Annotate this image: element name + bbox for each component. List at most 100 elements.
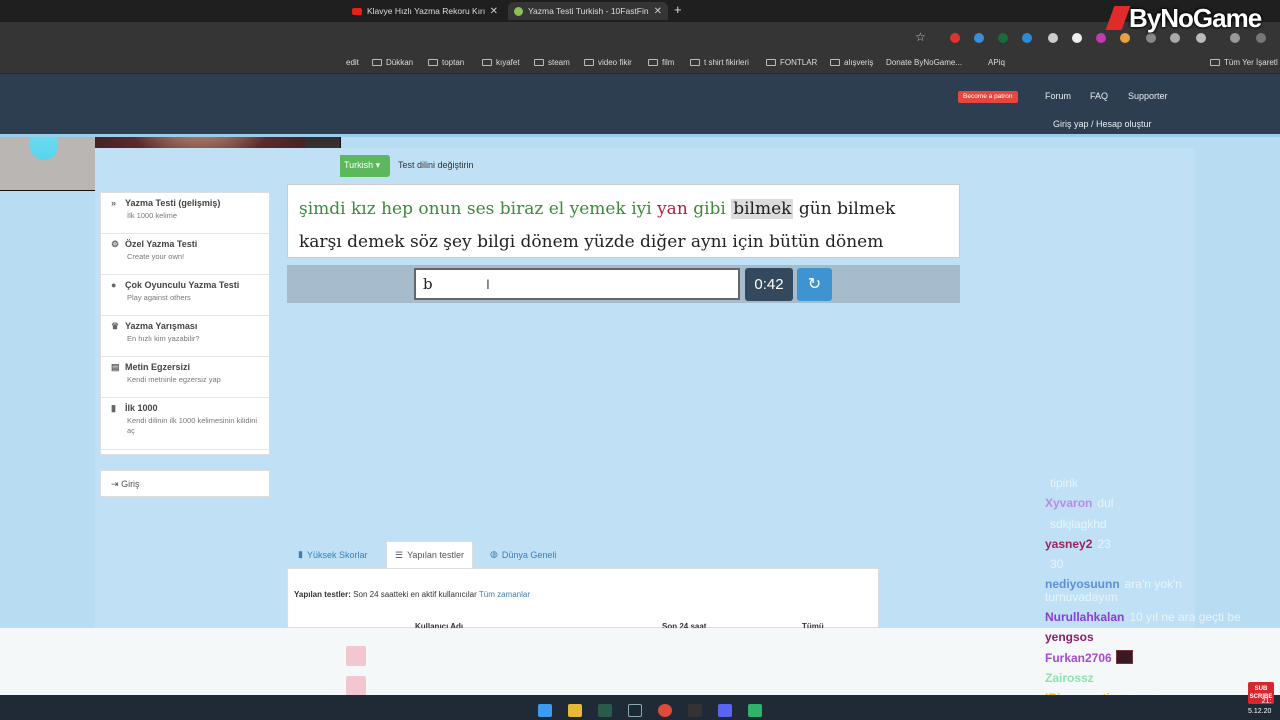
bookmark-item[interactable]: video fikir [584,58,632,67]
sidebar-login-button[interactable]: ⇥ Giriş [100,470,270,497]
file-explorer-icon[interactable] [568,704,582,717]
bookmark-item[interactable]: APiq [988,58,1005,67]
sidebar-item-custom-test[interactable]: ⚙ Özel Yazma Testi Create your own! [101,234,269,275]
bookmark-label: t shirt fikirleri [704,58,749,67]
bookmark-item[interactable]: kıyafet [482,58,520,67]
clock-time: 21: [1261,698,1272,705]
bookmark-item[interactable]: Dükkan [372,58,413,67]
sidebar-item-sub: İlk 1000 kelime [127,211,178,220]
extension-icon[interactable] [1022,33,1032,43]
emote-icon [1115,649,1133,664]
extensions-puzzle-icon[interactable] [1196,33,1206,43]
language-dropdown-button[interactable]: Turkish ▾ [340,155,390,177]
typed-wrong-word: yan [657,199,688,219]
double-chevron-icon: » [111,197,117,208]
chat-line: yasney2 23 [1045,534,1280,554]
reload-icon: ↻ [807,276,822,293]
bookmark-item[interactable]: steam [534,58,570,67]
stream-chat: tipirik Xyvaron dul sdkjlagkhd yasney2 23 … [1045,473,1280,709]
profile-icon[interactable] [1230,33,1240,43]
new-tab-icon[interactable]: + [674,2,682,17]
epic-games-icon[interactable] [688,704,702,717]
become-patron-button[interactable]: Become a patron [958,91,1018,103]
sidebar-item-text-practice[interactable]: ▤ Metin Egzersizi Kendi metninle egzersiz… [101,357,269,398]
extension-icon[interactable] [950,33,960,43]
nav-forum-link[interactable]: Forum [1045,91,1071,101]
bookmark-item[interactable]: edit [346,58,359,67]
bookmark-item[interactable]: FONTLAR [766,58,817,67]
extension-icon[interactable] [1072,33,1082,43]
results-desc: Son 24 saatteki en aktif kullanıcılar [353,590,477,599]
sidebar-item-label: Yazma Yarışması [125,321,198,331]
youtube-icon [352,7,362,15]
typing-input[interactable]: b [414,268,740,300]
windows-start-icon[interactable] [538,704,552,717]
change-language-link[interactable]: Test dilini değiştirin [398,160,474,170]
chat-message: 23 [1097,536,1111,551]
extension-icon[interactable] [974,33,984,43]
chrome-icon[interactable] [658,704,672,717]
close-tab-icon[interactable]: ✕ [654,6,662,17]
folder-icon [690,59,700,66]
nav-faq-link[interactable]: FAQ [1090,91,1108,101]
reload-button[interactable]: ↻ [797,268,832,301]
bookmark-label: video fikir [598,58,632,67]
close-tab-icon[interactable]: ✕ [490,6,498,17]
discord-icon[interactable] [718,704,732,717]
sidebar-item-top-1000[interactable]: ▮ İlk 1000 Kendi dilinin ilk 1000 kelimes… [101,398,269,450]
sidebar-item-multiplayer[interactable]: ● Çok Oyunculu Yazma Testi Play against o… [101,275,269,316]
bookmark-label: APiq [988,58,1005,67]
extension-icon[interactable] [998,33,1008,43]
bookmarks-bar: edit Dükkan toptan kıyafet steam video f… [0,54,1280,74]
sidebar-item-competition[interactable]: ♛ Yazma Yarışması En hızlı kim yazabilir? [101,316,269,357]
extension-icon[interactable] [1170,33,1180,43]
bookmark-item[interactable]: toptan [428,58,464,67]
bookmark-star-icon[interactable]: ☆ [915,30,926,44]
logo-mark-icon [1105,6,1131,30]
sidebar-item-sub: Kendi metninle egzersiz yap [127,375,221,384]
sidebar-item-advanced-test[interactable]: » Yazma Testi (gelişmiş) İlk 1000 kelime [101,193,269,234]
bookmark-item[interactable]: t shirt fikirleri [690,58,749,67]
nav-supporter-link[interactable]: Supporter [1128,91,1168,101]
browser-tabbar: Klavye Hızlı Yazma Rekoru Kırıld ✕ Yazma… [0,0,1280,22]
bookmark-label: steam [548,58,570,67]
steam-icon[interactable] [628,704,642,717]
tab-done-tests[interactable]: ☰ Yapılan testler [386,541,473,568]
trophy-icon: ♛ [111,320,120,331]
folder-icon [534,59,544,66]
sidebar-item-sub: En hızlı kim yazabilir? [127,334,200,343]
browser-tab-10fastfingers[interactable]: Yazma Testi Turkish - 10FastFing ✕ [508,2,668,20]
tab-label: Yapılan testler [407,550,464,560]
chat-line: Furkan2706 [1045,648,1280,668]
document-icon: ▤ [111,361,120,372]
sidebar-item-label: Yazma Testi (gelişmiş) [125,198,221,208]
tab-highscores[interactable]: ▮ Yüksek Skorlar [290,541,375,568]
browser-tab-youtube[interactable]: Klavye Hızlı Yazma Rekoru Kırıld ✕ [346,2,504,20]
browser-toolbar: ☆ [0,22,1280,54]
extension-icon[interactable] [1096,33,1106,43]
bynogame-logo: ByNoGame [1105,3,1262,34]
extension-icon[interactable] [1146,33,1156,43]
timer: 0:42 [745,268,793,301]
chat-line: Nurullahkalan 10 yıl ne ara geçti be [1045,607,1280,627]
bookmark-item[interactable]: Donate ByNoGame... [886,58,962,67]
chat-message: 10 yıl ne ara geçti be [1129,610,1241,625]
bookmark-item[interactable]: Tüm Yer İşaretl [1210,58,1278,67]
bookmark-item[interactable]: alışveriş [830,58,873,67]
menu-icon[interactable] [1256,33,1266,43]
all-time-link[interactable]: Tüm zamanlar [479,590,530,599]
chat-line: Xyvaron dul [1045,493,1280,513]
tab-worldwide[interactable]: ◍ Dünya Geneli [482,541,564,568]
app-icon[interactable] [748,704,762,717]
chat-line: yengsos [1045,627,1280,647]
app-icon[interactable] [598,704,612,717]
folder-icon [428,59,438,66]
users-icon: ● [111,279,117,290]
extension-icon[interactable] [1048,33,1058,43]
bookmark-label: alışveriş [844,58,874,67]
bookmark-item[interactable]: film [648,58,674,67]
upcoming-words: gün bilmek [798,199,896,219]
login-register-link[interactable]: Giriş yap / Hesap oluştur [1053,119,1152,129]
extension-icon[interactable] [1120,33,1130,43]
typed-correct-words: gibi [693,199,726,219]
